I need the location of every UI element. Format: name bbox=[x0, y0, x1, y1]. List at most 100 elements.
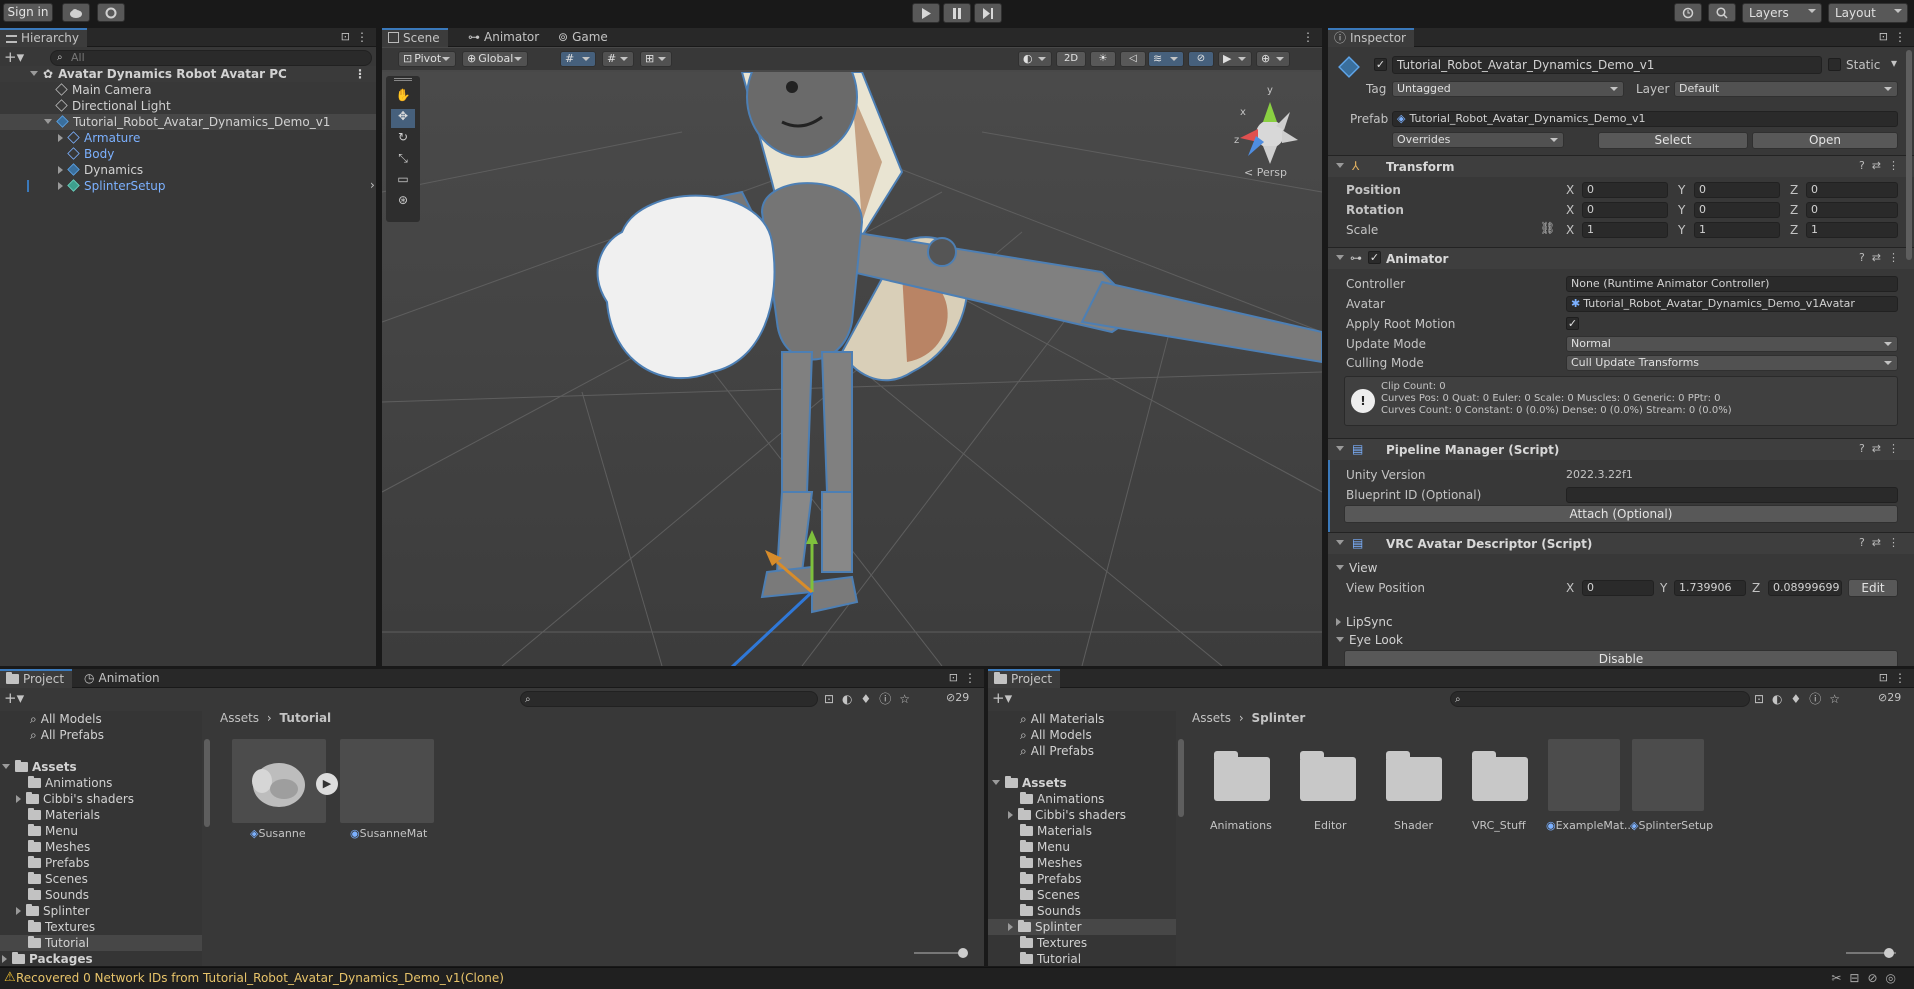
animator-enabled-checkbox[interactable]: ✓ bbox=[1368, 251, 1381, 264]
expand-arrow[interactable] bbox=[16, 907, 21, 915]
global-dropdown[interactable]: ⊕ Global bbox=[462, 51, 528, 67]
tab-inspector[interactable]: ⓘ Inspector bbox=[1328, 28, 1414, 47]
breadcrumb-assets[interactable]: Assets bbox=[220, 711, 259, 725]
rotation-y-field[interactable]: 0 bbox=[1694, 202, 1780, 218]
menu-kebab-icon[interactable]: ⋮ bbox=[964, 671, 976, 685]
asset-folder-shader[interactable]: Shader bbox=[1378, 749, 1452, 839]
update-mode-dropdown[interactable]: Normal bbox=[1566, 336, 1898, 352]
scale-tool[interactable]: ⤡ bbox=[391, 151, 415, 170]
slider-handle[interactable] bbox=[1884, 948, 1894, 958]
toolbar-filter-icons[interactable]: ⊡◐♦ⓘ☆ bbox=[824, 690, 918, 707]
folder-animations[interactable]: Animations bbox=[28, 775, 112, 791]
step-button[interactable] bbox=[974, 3, 1002, 23]
scale-x-field[interactable]: 1 bbox=[1582, 222, 1668, 238]
folder-scenes[interactable]: Scenes bbox=[28, 871, 88, 887]
expand-arrow[interactable] bbox=[58, 182, 63, 190]
favorite-all-prefabs[interactable]: ⌕ All Prefabs bbox=[1020, 743, 1094, 759]
expand-arrow[interactable] bbox=[1336, 540, 1344, 545]
folder-meshes[interactable]: Meshes bbox=[1020, 855, 1082, 871]
chevron-down-icon[interactable]: ▾ bbox=[1891, 56, 1897, 70]
attach-button[interactable]: Attach (Optional) bbox=[1344, 505, 1898, 523]
sign-in-button[interactable]: Sign in bbox=[3, 3, 53, 22]
component-icons[interactable]: ?⇄⋮ bbox=[1859, 159, 1906, 172]
favorite-all-prefabs[interactable]: ⌕ All Prefabs bbox=[30, 727, 104, 743]
menu-kebab-icon[interactable]: ⋮ bbox=[1894, 671, 1906, 685]
folder-menu[interactable]: Menu bbox=[28, 823, 78, 839]
hierarchy-item-directional-light[interactable]: Directional Light bbox=[55, 98, 171, 114]
project-search-input[interactable]: ⌕ bbox=[520, 691, 818, 707]
view-z-field[interactable]: 0.08999699 bbox=[1768, 580, 1842, 596]
expand-arrow[interactable] bbox=[1336, 163, 1344, 168]
asset-example-mat[interactable]: ◉ExampleMat... bbox=[1546, 739, 1634, 839]
thumbnail-size-slider[interactable] bbox=[914, 948, 968, 958]
hierarchy-item-scene[interactable]: ✿ Avatar Dynamics Robot Avatar PC ⋮ bbox=[0, 66, 376, 82]
assets-root[interactable]: Assets bbox=[992, 775, 1067, 791]
expand-arrow[interactable] bbox=[1336, 255, 1344, 260]
tree-scrollbar[interactable] bbox=[204, 739, 210, 827]
rotate-tool[interactable]: ↻ bbox=[391, 130, 415, 149]
audio-toggle[interactable]: ◁ bbox=[1120, 51, 1146, 67]
position-y-field[interactable]: 0 bbox=[1694, 182, 1780, 198]
folder-scenes[interactable]: Scenes bbox=[1020, 887, 1080, 903]
folder-cibbis-shaders[interactable]: Cibbi's shaders bbox=[1008, 807, 1126, 823]
avatar-field[interactable]: ✱ Tutorial_Robot_Avatar_Dynamics_Demo_v1A… bbox=[1566, 296, 1898, 312]
lock-icon[interactable]: ⊡ bbox=[1879, 671, 1888, 684]
asset-susanne[interactable]: ▶ ◈Susanne bbox=[232, 739, 338, 843]
folder-splinter[interactable]: Splinter bbox=[988, 919, 1176, 935]
folder-sounds[interactable]: Sounds bbox=[1020, 903, 1081, 919]
play-button[interactable] bbox=[912, 3, 940, 23]
expand-arrow[interactable] bbox=[1008, 811, 1013, 819]
rotation-z-field[interactable]: 0 bbox=[1806, 202, 1898, 218]
asset-susannemat[interactable]: ◉SusanneMat bbox=[340, 739, 436, 843]
tag-dropdown[interactable]: Untagged bbox=[1392, 81, 1624, 97]
controller-field[interactable]: None (Runtime Animator Controller) bbox=[1566, 276, 1898, 292]
hidden-count-icon[interactable]: ⊘29 bbox=[1878, 691, 1901, 704]
visibility-toggle[interactable]: ⊘ bbox=[1188, 51, 1214, 67]
prefab-field[interactable]: ◈ Tutorial_Robot_Avatar_Dynamics_Demo_v1 bbox=[1392, 111, 1898, 127]
vrc-descriptor-header[interactable]: ▤ VRC Avatar Descriptor (Script) ?⇄⋮ bbox=[1328, 532, 1914, 554]
status-icons[interactable]: ✂⊟⊘◎ bbox=[1831, 971, 1904, 985]
add-icon[interactable]: +▾ bbox=[4, 689, 24, 707]
hierarchy-item-splinter-setup[interactable]: SplinterSetup bbox=[58, 178, 165, 194]
status-message[interactable]: Recovered 0 Network IDs from Tutorial_Ro… bbox=[16, 971, 504, 985]
active-checkbox[interactable]: ✓ bbox=[1374, 58, 1387, 71]
folder-tutorial[interactable]: Tutorial bbox=[0, 935, 202, 951]
grid-snap-dropdown[interactable]: # bbox=[560, 51, 596, 67]
gizmos-dropdown[interactable]: ⊕ bbox=[1256, 51, 1290, 67]
add-icon[interactable]: +▾ bbox=[992, 689, 1012, 707]
folder-prefabs[interactable]: Prefabs bbox=[28, 855, 90, 871]
culling-mode-dropdown[interactable]: Cull Update Transforms bbox=[1566, 355, 1898, 371]
grid-dropdown[interactable]: # bbox=[602, 51, 634, 67]
view-foldout[interactable]: View bbox=[1336, 560, 1377, 576]
services-button[interactable] bbox=[97, 3, 125, 22]
transform-tool[interactable]: ⊛ bbox=[391, 193, 415, 212]
folder-splinter[interactable]: Splinter bbox=[16, 903, 90, 919]
tab-project[interactable]: Project bbox=[988, 669, 1061, 688]
tab-scene[interactable]: Scene bbox=[382, 28, 448, 47]
thumbnail-size-slider[interactable] bbox=[1846, 948, 1896, 958]
lighting-toggle[interactable]: ☀ bbox=[1090, 51, 1116, 67]
history-button[interactable] bbox=[1674, 3, 1702, 22]
asset-splinter-setup[interactable]: ◈SplinterSetup bbox=[1630, 739, 1718, 839]
view-edit-button[interactable]: Edit bbox=[1848, 579, 1898, 597]
folder-meshes[interactable]: Meshes bbox=[28, 839, 90, 855]
add-icon[interactable]: +▾ bbox=[4, 48, 24, 66]
move-tool[interactable]: ✥ bbox=[391, 109, 415, 128]
expand-arrow[interactable] bbox=[1008, 923, 1013, 931]
asset-folder-vrc-stuff[interactable]: VRC_Stuff bbox=[1464, 749, 1538, 839]
layer-dropdown[interactable]: Default bbox=[1674, 81, 1898, 97]
blueprint-id-field[interactable] bbox=[1566, 487, 1898, 503]
perspective-label[interactable]: < Persp bbox=[1244, 166, 1287, 179]
prefab-select-button[interactable]: Select bbox=[1598, 132, 1748, 149]
lock-icon[interactable]: ⊡ bbox=[949, 671, 958, 684]
camera-dropdown[interactable]: ▶ bbox=[1218, 51, 1252, 67]
search-button[interactable] bbox=[1708, 3, 1736, 22]
inspector-scrollbar[interactable] bbox=[1906, 50, 1912, 260]
menu-kebab-icon[interactable]: ⋮ bbox=[1302, 30, 1314, 44]
asset-folder-animations[interactable]: Animations bbox=[1206, 749, 1280, 839]
hierarchy-search-input[interactable]: ⌕ All bbox=[50, 50, 372, 66]
static-checkbox[interactable] bbox=[1828, 58, 1841, 71]
folder-textures[interactable]: Textures bbox=[28, 919, 95, 935]
tab-animation[interactable]: ◷ Animation bbox=[78, 669, 168, 688]
expand-arrow[interactable] bbox=[2, 955, 7, 963]
